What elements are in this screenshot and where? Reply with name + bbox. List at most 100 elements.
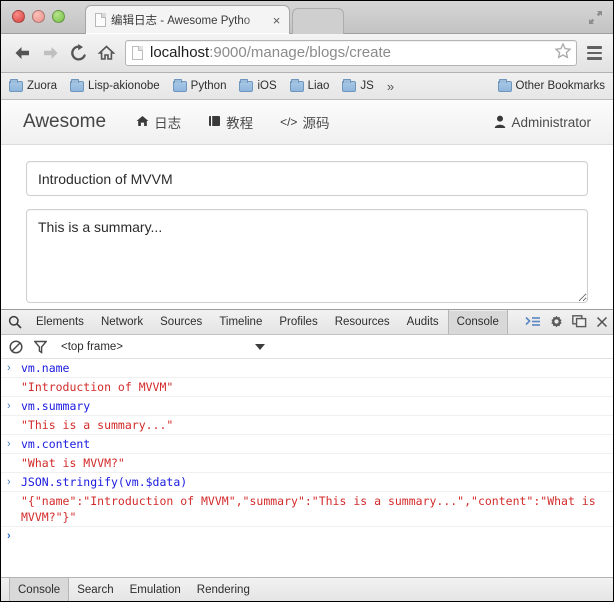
console-line-command: › vm.content <box>1 435 613 454</box>
drawer-tab-search[interactable]: Search <box>69 578 121 601</box>
other-bookmarks-label: Other Bookmarks <box>516 80 605 92</box>
bookmark-item[interactable]: Lisp-akionobe <box>70 80 160 92</box>
frame-selector[interactable]: <top frame> <box>61 341 123 353</box>
folder-icon <box>173 81 187 92</box>
folder-icon <box>498 81 512 92</box>
console-command-text: vm.content <box>21 436 607 452</box>
nav-item-label: 日志 <box>154 112 181 132</box>
browser-tab-title: 编辑日志 - Awesome Pytho <box>111 12 270 28</box>
hamburger-menu-icon[interactable] <box>583 41 605 65</box>
bookmark-item[interactable]: Python <box>173 80 227 92</box>
browser-window: 编辑日志 - Awesome Pytho × <box>0 0 614 602</box>
blog-summary-textarea[interactable]: This is a summary... <box>26 209 588 303</box>
console-output[interactable]: › vm.name "Introduction of MVVM" › vm.su… <box>1 359 613 577</box>
forward-arrow-icon[interactable] <box>37 40 63 66</box>
blog-title-input[interactable] <box>26 161 588 196</box>
close-tab-icon[interactable]: × <box>270 14 283 27</box>
bookmark-item[interactable]: Zuora <box>9 80 57 92</box>
nav-item-tutorials[interactable]: 教程 <box>208 112 253 132</box>
devtools-toolbar-actions <box>525 310 613 334</box>
console-input-prompt[interactable]: › <box>1 527 613 545</box>
console-command-text: JSON.stringify(vm.$data) <box>21 474 607 490</box>
nav-item-source[interactable]: </> 源码 <box>280 112 329 132</box>
drawer-tab-emulation[interactable]: Emulation <box>122 578 189 601</box>
search-icon[interactable] <box>1 310 28 334</box>
devtools-tab-resources[interactable]: Resources <box>327 310 399 334</box>
folder-icon <box>342 81 356 92</box>
folder-icon <box>239 81 253 92</box>
url-text[interactable]: localhost:9000/manage/blogs/create <box>150 43 554 63</box>
site-brand[interactable]: Awesome <box>23 111 106 133</box>
toggle-drawer-icon[interactable] <box>525 316 541 329</box>
clear-console-icon[interactable] <box>9 340 23 354</box>
bookmarks-overflow-icon[interactable]: » <box>387 79 394 94</box>
prompt-arrow-icon: › <box>7 360 21 376</box>
devtools-tab-audits[interactable]: Audits <box>399 310 448 334</box>
nav-item-user[interactable]: Administrator <box>494 115 591 130</box>
close-window-button[interactable] <box>12 10 25 23</box>
prompt-arrow-icon: › <box>7 528 21 544</box>
folder-icon <box>70 81 84 92</box>
bookmarks-bar: Zuora Lisp-akionobe Python iOS Liao JS »… <box>1 73 613 100</box>
devtools-panel: Elements Network Sources Timeline Profil… <box>1 309 613 601</box>
page-viewport: Awesome 日志 教程 </> 源码 <box>1 100 613 309</box>
home-glyph-icon <box>136 115 149 129</box>
console-command-text: vm.name <box>21 360 607 376</box>
user-glyph-icon <box>494 115 506 130</box>
maximize-window-button[interactable] <box>52 10 65 23</box>
drawer-tab-console[interactable]: Console <box>9 578 69 601</box>
bookmark-label: Liao <box>308 80 330 92</box>
folder-icon <box>9 81 23 92</box>
chevron-down-icon[interactable] <box>255 344 265 350</box>
star-icon[interactable] <box>554 42 572 64</box>
bookmark-label: Zuora <box>27 80 57 92</box>
dock-window-icon[interactable] <box>572 315 588 329</box>
nav-item-label: 教程 <box>226 112 253 132</box>
close-devtools-icon[interactable] <box>596 316 608 328</box>
browser-toolbar: localhost:9000/manage/blogs/create <box>1 34 613 73</box>
devtools-tab-network[interactable]: Network <box>93 310 152 334</box>
devtools-tabbar: Elements Network Sources Timeline Profil… <box>1 310 613 335</box>
devtools-tab-profiles[interactable]: Profiles <box>271 310 326 334</box>
new-tab-button[interactable] <box>292 8 344 34</box>
bookmark-label: iOS <box>257 80 276 92</box>
site-navbar: Awesome 日志 教程 </> 源码 <box>1 100 613 145</box>
gear-icon[interactable] <box>549 315 564 330</box>
url-host: localhost <box>150 44 209 61</box>
devtools-tab-elements[interactable]: Elements <box>28 310 93 334</box>
devtools-tab-console[interactable]: Console <box>448 310 508 334</box>
window-controls <box>12 10 65 23</box>
fullscreen-expand-icon[interactable] <box>587 9 604 26</box>
drawer-tab-rendering[interactable]: Rendering <box>189 578 258 601</box>
console-line-result: "{"name":"Introduction of MVVM","summary… <box>1 492 613 527</box>
console-line-command: › vm.name <box>1 359 613 378</box>
address-bar[interactable]: localhost:9000/manage/blogs/create <box>125 40 577 66</box>
minimize-window-button[interactable] <box>32 10 45 23</box>
console-result-text: "What is MVVM?" <box>21 455 607 471</box>
console-line-result: "Introduction of MVVM" <box>1 378 613 397</box>
console-result-text: "Introduction of MVVM" <box>21 379 607 395</box>
console-line-command: › JSON.stringify(vm.$data) <box>1 473 613 492</box>
back-arrow-icon[interactable] <box>9 40 35 66</box>
prompt-arrow-icon: › <box>7 436 21 452</box>
bookmark-item[interactable]: Liao <box>290 80 330 92</box>
bookmark-item[interactable]: JS <box>342 80 373 92</box>
browser-tab[interactable]: 编辑日志 - Awesome Pytho × <box>85 5 290 34</box>
code-glyph-icon: </> <box>280 116 297 128</box>
home-icon[interactable] <box>93 40 119 66</box>
bookmark-label: Lisp-akionobe <box>88 80 160 92</box>
reload-icon[interactable] <box>65 40 91 66</box>
blog-editor-form: This is a summary... What is MVVM? <box>1 145 613 309</box>
console-line-result: "This is a summary..." <box>1 416 613 435</box>
bookmark-item[interactable]: iOS <box>239 80 276 92</box>
nav-item-label: Administrator <box>511 115 591 130</box>
nav-item-blogs[interactable]: 日志 <box>136 112 181 132</box>
book-glyph-icon <box>208 115 221 129</box>
devtools-tab-timeline[interactable]: Timeline <box>211 310 271 334</box>
devtools-tab-sources[interactable]: Sources <box>152 310 211 334</box>
bookmark-label: Python <box>191 80 227 92</box>
other-bookmarks-item[interactable]: Other Bookmarks <box>498 80 605 92</box>
filter-funnel-icon[interactable] <box>34 340 47 354</box>
console-result-text: "{"name":"Introduction of MVVM","summary… <box>21 493 607 525</box>
url-path: :9000/manage/blogs/create <box>209 44 391 61</box>
